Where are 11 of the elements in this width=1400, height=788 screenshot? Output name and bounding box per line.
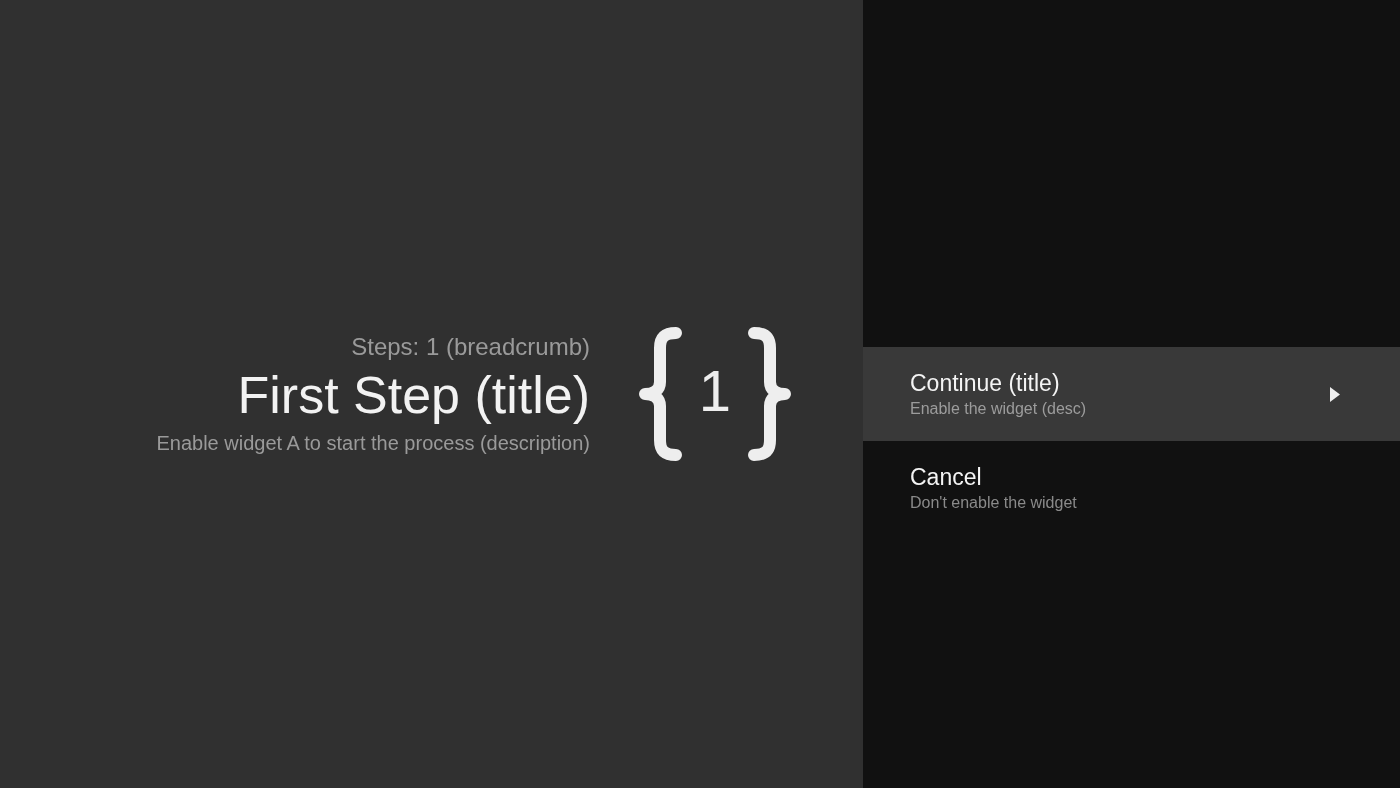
guidance-title: First Step (title) (237, 365, 590, 426)
left-brace-icon (638, 326, 682, 462)
action-item[interactable]: Continue (title) Enable the widget (desc) (863, 347, 1400, 441)
breadcrumb: Steps: 1 (breadcrumb) (351, 332, 590, 362)
right-brace-icon (748, 326, 792, 462)
action-title: Continue (title) (910, 369, 1061, 398)
action-description: Don't enable the widget (910, 493, 1078, 513)
action-description: Enable the widget (desc) (910, 399, 1088, 419)
guidance-description: Enable widget A to start the process (description) (156, 431, 590, 456)
step-number: 1 (697, 361, 733, 425)
action-title: Cancel (910, 463, 983, 492)
